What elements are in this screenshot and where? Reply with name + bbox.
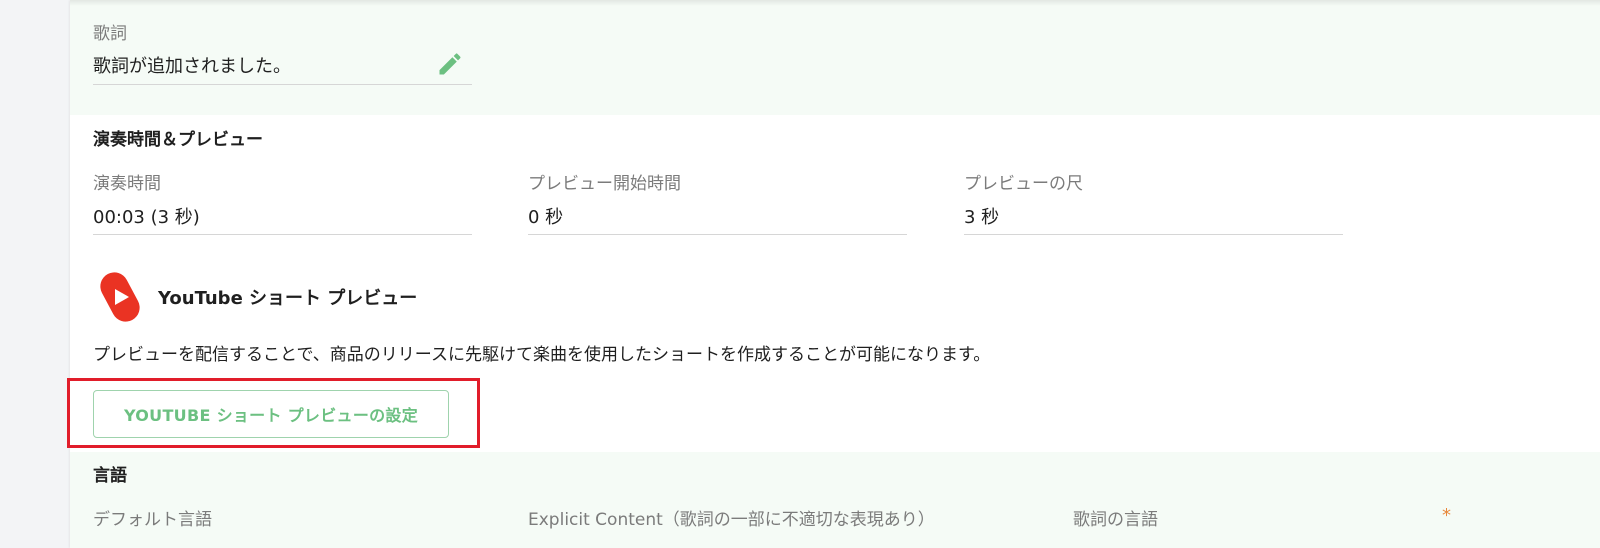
youtube-shorts-settings-button[interactable]: YOUTUBE ショート プレビューの設定 [93, 390, 449, 438]
duration-value: 00:03 (3 秒) [93, 207, 200, 228]
youtube-shorts-description: プレビューを配信することで、商品のリリースに先駆けて楽曲を使用したショートを作成… [93, 345, 991, 365]
pencil-icon[interactable] [436, 50, 464, 78]
top-shadow [70, 0, 1600, 6]
lyrics-underline [93, 84, 472, 85]
preview-length-underline [964, 234, 1343, 235]
preview-length-value: 3 秒 [964, 207, 1000, 228]
preview-length-label: プレビューの尺 [964, 174, 1083, 194]
duration-underline [93, 234, 472, 235]
explicit-content-label: Explicit Content（歌詞の一部に不適切な表現あり） [528, 510, 935, 530]
lyrics-section [70, 0, 1600, 115]
language-section-title: 言語 [93, 466, 127, 486]
preview-start-label: プレビュー開始時間 [528, 174, 681, 194]
lyrics-label: 歌詞 [93, 24, 127, 44]
youtube-shorts-title: YouTube ショート プレビュー [158, 288, 418, 309]
default-language-label: デフォルト言語 [93, 510, 212, 530]
duration-section-title: 演奏時間＆プレビュー [93, 130, 263, 150]
sidebar-gap [0, 0, 70, 548]
lyrics-language-label: 歌詞の言語 [1073, 510, 1158, 530]
language-section [70, 452, 1600, 548]
release-detail-card: 歌詞 歌詞が追加されました。 演奏時間＆プレビュー 演奏時間 00:03 (3 … [67, 0, 1600, 548]
duration-label: 演奏時間 [93, 174, 161, 194]
preview-start-value: 0 秒 [528, 207, 564, 228]
preview-start-underline [528, 234, 907, 235]
lyrics-value: 歌詞が追加されました。 [93, 56, 291, 77]
youtube-shorts-icon [96, 269, 144, 325]
required-marker: * [1442, 505, 1451, 526]
